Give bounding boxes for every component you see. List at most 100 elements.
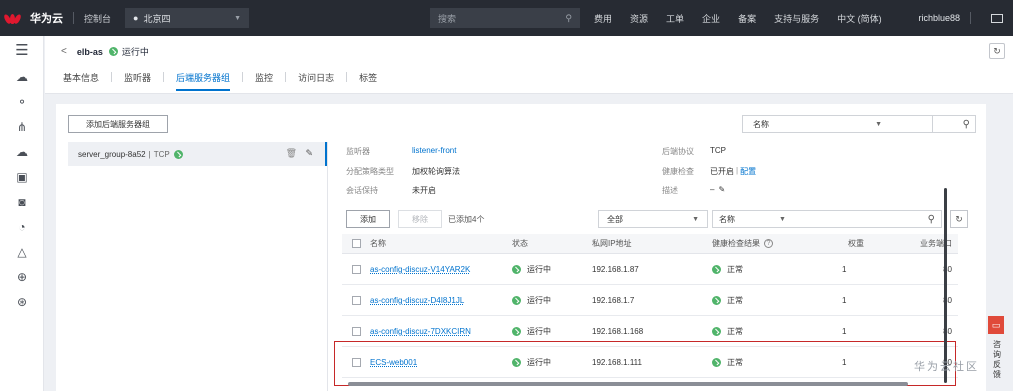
settings-icon[interactable]: ⊛ xyxy=(0,289,44,314)
help-icon[interactable]: ? xyxy=(764,239,773,248)
left-rail: ☰ ☁ ⚬ ⋔ ☁ ▣ ◙ ◔ △ ⊕ ⊛ xyxy=(0,36,44,391)
global-search-input[interactable]: 搜索 ⚲ xyxy=(430,8,580,28)
add-member-button[interactable]: 添加 xyxy=(346,210,390,228)
tab-monitoring[interactable]: 监控 xyxy=(249,71,279,84)
highlight-box xyxy=(334,341,956,386)
member-search-input[interactable]: 名称 ▼ ⚲ xyxy=(712,210,942,228)
member-name-link[interactable]: as-config-discuz-V14YAR2K xyxy=(370,265,470,274)
chevron-down-icon: ▼ xyxy=(779,215,786,223)
health-sep: | xyxy=(736,166,739,175)
consult-feedback-button[interactable]: 咨询反馈 xyxy=(992,340,1002,380)
tab-access-logs[interactable]: 访问日志 xyxy=(292,71,340,84)
alert-icon[interactable]: △ xyxy=(0,239,44,264)
mail-icon[interactable] xyxy=(991,13,1003,23)
status-text: 运行中 xyxy=(121,47,149,57)
globe-icon[interactable]: ⊕ xyxy=(0,264,44,289)
search-field-select[interactable]: 名称 xyxy=(719,214,735,225)
security-icon[interactable]: ◙ xyxy=(0,189,44,214)
nav-item-billing[interactable]: 费用 xyxy=(594,12,612,25)
listener-link[interactable]: listener-front xyxy=(412,146,456,157)
nav-item-resources[interactable]: 资源 xyxy=(630,12,648,25)
member-name-link[interactable]: as-config-discuz-7DXKCIRN xyxy=(370,327,471,336)
divider xyxy=(111,72,113,82)
trash-icon[interactable]: 🗑 xyxy=(286,148,297,159)
refresh-button[interactable]: ↻ xyxy=(950,210,968,228)
brand-name[interactable]: 华为云 xyxy=(30,10,63,26)
algorithm-field: 分配策略类型 加权轮询算法 xyxy=(346,166,460,177)
huawei-logo[interactable] xyxy=(0,0,26,36)
user-name[interactable]: richblue88 xyxy=(918,13,960,23)
field-label: 描述 xyxy=(662,186,678,195)
search-icon[interactable]: ⚲ xyxy=(963,119,970,130)
divider xyxy=(285,72,287,82)
member-name-link[interactable]: as-config-discuz-D4I8J1JL xyxy=(370,296,464,305)
table-header: 名称 状态 私网IP地址 健康检查结果 ? 权重 业务端口 xyxy=(342,234,958,254)
edit-icon[interactable]: ✎ xyxy=(305,148,313,159)
add-server-group-button[interactable]: 添加后端服务器组 xyxy=(68,115,168,133)
storage-icon[interactable]: ☁ xyxy=(0,139,44,164)
server-group-list: server_group-8a52 | TCP 🗑 ✎ xyxy=(68,142,328,391)
row-checkbox[interactable] xyxy=(352,264,361,274)
vertical-scrollbar[interactable] xyxy=(944,188,947,383)
breadcrumb: < elb-as 运行中 xyxy=(61,45,149,58)
tab-listeners[interactable]: 监听器 xyxy=(118,71,157,84)
menu-icon[interactable]: ☰ xyxy=(0,36,44,64)
nav-item-tickets[interactable]: 工单 xyxy=(666,12,684,25)
row-checkbox[interactable] xyxy=(352,326,361,336)
field-label: 监听器 xyxy=(346,147,370,156)
region-selector[interactable]: ● 北京四 ▼ xyxy=(125,8,250,28)
group-filter-select[interactable]: 名称 ▼ xyxy=(742,115,932,133)
session-field: 会话保持 未开启 xyxy=(346,185,436,196)
member-health: 正常 xyxy=(727,326,743,336)
health-config-link[interactable]: 配置 xyxy=(740,166,756,177)
nav-item-enterprise[interactable]: 企业 xyxy=(702,12,720,25)
member-status: 运行中 xyxy=(527,326,551,336)
elb-icon[interactable]: ⋔ xyxy=(0,114,44,139)
field-value: – xyxy=(710,185,715,194)
running-status-icon xyxy=(173,149,183,159)
horizontal-scrollbar[interactable] xyxy=(348,382,908,386)
member-count: 已添加4个 xyxy=(448,215,485,224)
filter-select-label: 名称 xyxy=(753,119,769,129)
back-button[interactable]: < xyxy=(61,46,67,57)
region-label: 北京四 xyxy=(143,13,171,24)
column-name: 名称 xyxy=(370,239,386,248)
remove-member-button[interactable]: 移除 xyxy=(398,210,442,228)
location-icon: ● xyxy=(133,13,139,23)
group-search-input[interactable]: ⚲ xyxy=(932,115,976,133)
status-filter-select[interactable]: 全部 ▼ xyxy=(598,210,708,228)
healthy-icon xyxy=(712,295,721,305)
tab-basic-info[interactable]: 基本信息 xyxy=(57,71,105,84)
divider xyxy=(163,72,165,82)
server-group-item[interactable]: server_group-8a52 | TCP 🗑 ✎ xyxy=(68,142,327,166)
search-icon[interactable]: ⚲ xyxy=(928,214,935,225)
server-group-name: server_group-8a52 xyxy=(78,149,146,159)
monitor-icon[interactable]: ◔ xyxy=(0,214,44,239)
row-checkbox[interactable] xyxy=(352,295,361,305)
edit-icon[interactable]: ✎ xyxy=(718,185,725,196)
watermark: 华为云社区 xyxy=(914,361,979,373)
member-weight: 1 xyxy=(842,295,847,305)
member-status: 运行中 xyxy=(527,264,551,274)
nav-item-support[interactable]: 支持与服务 xyxy=(774,12,819,25)
member-ip: 192.168.1.7 xyxy=(592,295,635,305)
cloud-service-icon[interactable]: ☁ xyxy=(0,64,44,89)
tab-backend-server-groups[interactable]: 后端服务器组 xyxy=(170,71,236,91)
refresh-button[interactable]: ↻ xyxy=(989,43,1005,59)
tab-bar: 基本信息 监听器 后端服务器组 监控 访问日志 标签 xyxy=(57,68,383,91)
nav-item-icp[interactable]: 备案 xyxy=(738,12,756,25)
page-header: < elb-as 运行中 ↻ 基本信息 监听器 后端服务器组 监控 访问日志 标… xyxy=(45,36,1013,94)
server-group-card: 添加后端服务器组 名称 ▼ ⚲ server_group-8a52 | TCP … xyxy=(56,104,986,391)
search-icon[interactable]: ⚲ xyxy=(565,13,572,24)
network-icon[interactable]: ⚬ xyxy=(0,89,44,114)
database-icon[interactable]: ▣ xyxy=(0,164,44,189)
field-label: 分配策略类型 xyxy=(346,167,394,176)
server-group-protocol: TCP xyxy=(153,149,170,159)
console-link[interactable]: 控制台 xyxy=(84,12,111,25)
language-selector[interactable]: 中文 (简体) xyxy=(837,12,882,25)
chevron-down-icon: ▼ xyxy=(875,120,882,128)
select-all-checkbox[interactable] xyxy=(352,239,361,248)
chat-icon[interactable]: ▭ xyxy=(988,316,1004,334)
user-area: richblue88 xyxy=(918,0,1003,36)
tab-tags[interactable]: 标签 xyxy=(353,71,383,84)
